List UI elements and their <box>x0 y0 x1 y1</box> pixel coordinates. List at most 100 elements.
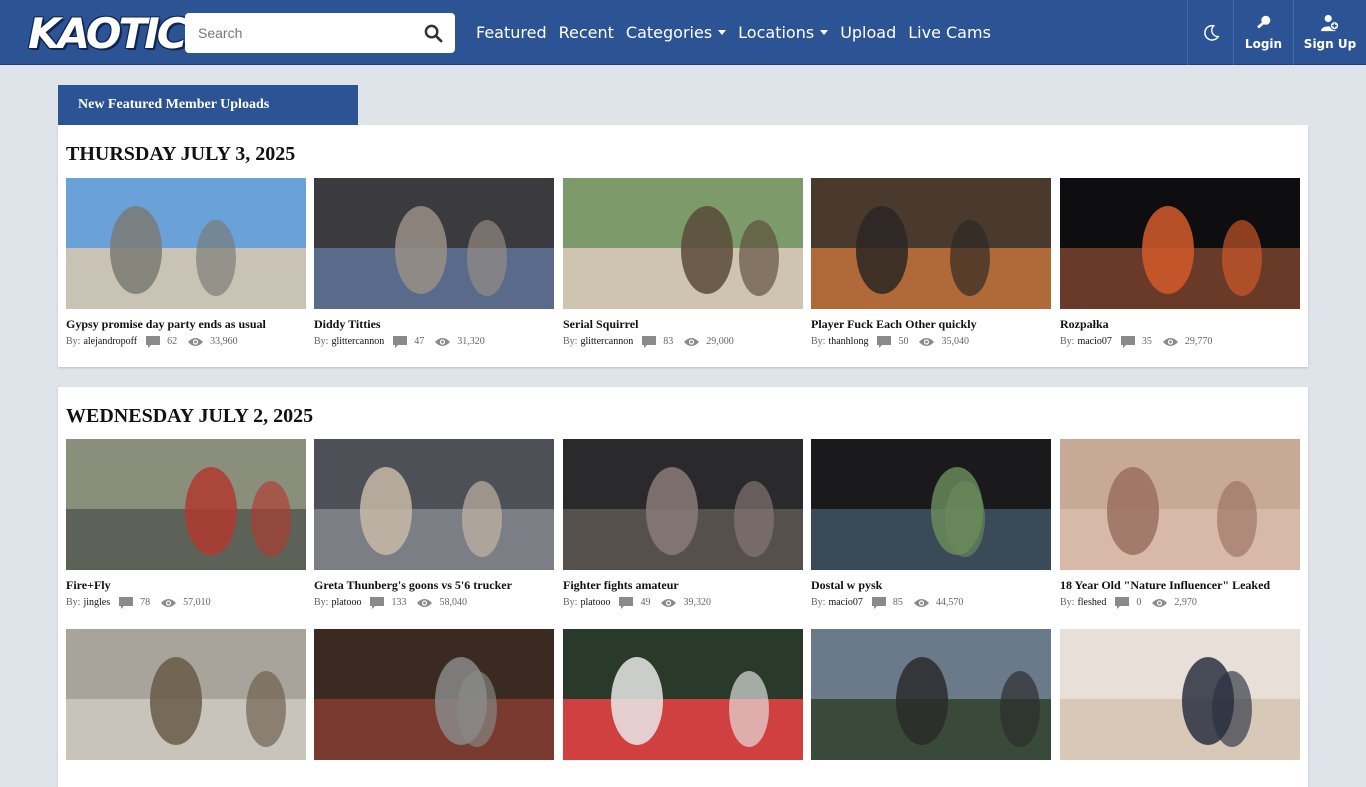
video-title[interactable]: Gypsy promise day party ends as usual <box>66 316 306 332</box>
nav-categories[interactable]: Categories <box>626 23 727 42</box>
signup-button[interactable]: Sign Up <box>1293 0 1366 65</box>
nav-live-cams[interactable]: Live Cams <box>908 23 991 42</box>
video-thumbnail[interactable] <box>1060 178 1300 309</box>
video-thumbnail[interactable] <box>314 439 554 570</box>
search-box <box>185 13 455 53</box>
video-card[interactable]: Fire+Fly By: jingles 78 57,010 <box>66 439 306 610</box>
video-thumbnail[interactable] <box>314 178 554 309</box>
comment-count: 49 <box>640 597 651 608</box>
site-logo[interactable]: KAOTIC <box>28 6 188 60</box>
comment-count: 78 <box>140 597 151 608</box>
uploader-link[interactable]: platooo <box>580 596 610 610</box>
video-thumbnail[interactable] <box>66 629 306 760</box>
video-thumbnail[interactable] <box>1060 439 1300 570</box>
video-title[interactable]: Fighter fights amateur <box>563 577 803 593</box>
login-button[interactable]: Login <box>1233 0 1293 65</box>
video-card[interactable] <box>811 629 1051 760</box>
view-count: 58,040 <box>439 597 467 608</box>
video-thumbnail[interactable] <box>1060 629 1300 760</box>
search-input[interactable] <box>185 13 411 53</box>
video-thumbnail[interactable] <box>66 439 306 570</box>
video-meta: By: platooo 133 58,040 <box>314 596 554 610</box>
video-card[interactable] <box>66 629 306 760</box>
video-thumbnail[interactable] <box>66 178 306 309</box>
uploader-link[interactable]: alejandropoff <box>83 335 137 349</box>
video-card[interactable]: Dostal w pysk By: macio07 85 44,570 <box>811 439 1051 610</box>
video-card[interactable]: 18 Year Old "Nature Influencer" Leaked By… <box>1060 439 1300 610</box>
video-title[interactable]: Serial Squirrel <box>563 316 803 332</box>
comment-icon <box>1114 596 1130 610</box>
comment-count: 83 <box>663 336 674 347</box>
eye-icon <box>913 597 930 609</box>
eye-icon <box>918 336 935 348</box>
video-thumbnail[interactable] <box>563 178 803 309</box>
video-card[interactable] <box>314 629 554 760</box>
video-meta: By: fleshed 0 2,970 <box>1060 596 1300 610</box>
logo-text: KAOTIC <box>28 8 188 58</box>
video-title[interactable]: Player Fuck Each Other quickly <box>811 316 1051 332</box>
video-thumbnail[interactable] <box>811 439 1051 570</box>
video-thumbnail[interactable] <box>563 439 803 570</box>
uploader-link[interactable]: jingles <box>83 596 110 610</box>
video-thumbnail[interactable] <box>314 629 554 760</box>
view-count: 2,970 <box>1174 597 1197 608</box>
uploader-link[interactable]: macio07 <box>1077 335 1111 349</box>
eye-icon <box>683 336 700 348</box>
by-label: By: <box>811 597 826 608</box>
day-heading: WEDNESDAY JULY 2, 2025 <box>66 405 314 427</box>
login-label: Login <box>1244 37 1283 51</box>
video-meta: By: platooo 49 39,320 <box>563 596 803 610</box>
uploader-link[interactable]: glittercannon <box>331 335 384 349</box>
by-label: By: <box>314 597 329 608</box>
comment-count: 0 <box>1136 597 1142 608</box>
dark-mode-toggle[interactable] <box>1187 0 1233 65</box>
comment-count: 47 <box>414 336 425 347</box>
comment-count: 85 <box>892 597 903 608</box>
signup-label: Sign Up <box>1303 37 1357 51</box>
uploader-link[interactable]: thanhlong <box>828 335 868 349</box>
view-count: 39,320 <box>683 597 711 608</box>
uploader-link[interactable]: macio07 <box>828 596 862 610</box>
video-thumbnail[interactable] <box>811 178 1051 309</box>
nav-upload[interactable]: Upload <box>840 23 896 42</box>
uploader-link[interactable]: glittercannon <box>580 335 633 349</box>
view-count: 29,770 <box>1184 336 1213 347</box>
video-card[interactable]: Serial Squirrel By: glittercannon 83 29,000 <box>563 178 803 349</box>
comment-icon <box>118 596 134 610</box>
video-title[interactable]: Diddy Titties <box>314 316 554 332</box>
view-count: 31,320 <box>457 336 485 347</box>
chevron-down-icon <box>820 30 829 35</box>
eye-icon <box>1162 336 1179 348</box>
uploader-link[interactable]: fleshed <box>1077 596 1106 610</box>
video-card[interactable]: Diddy Titties By: glittercannon 47 31,320 <box>314 178 554 349</box>
video-card[interactable]: Gypsy promise day party ends as usual By:… <box>66 178 306 349</box>
video-thumbnail[interactable] <box>563 629 803 760</box>
main-nav: Featured Recent Categories Locations Upl… <box>476 0 1003 65</box>
video-card[interactable]: Fighter fights amateur By: platooo 49 39,320 <box>563 439 803 610</box>
video-card[interactable]: Greta Thunberg's goons vs 5'6 trucker By:… <box>314 439 554 610</box>
nav-featured[interactable]: Featured <box>476 23 547 42</box>
video-meta: By: jingles 78 57,010 <box>66 596 306 610</box>
video-title[interactable]: Dostal w pysk <box>811 577 1051 593</box>
video-card[interactable]: Player Fuck Each Other quickly By: thanhlo… <box>811 178 1051 349</box>
eye-icon <box>416 597 433 609</box>
nav-recent[interactable]: Recent <box>559 23 614 42</box>
header-tools: Login Sign Up <box>1187 0 1366 65</box>
comment-icon <box>641 335 657 349</box>
video-title[interactable]: Fire+Fly <box>66 577 306 593</box>
eye-icon <box>434 336 451 348</box>
search-button[interactable] <box>411 13 455 53</box>
nav-locations[interactable]: Locations <box>738 23 829 42</box>
by-label: By: <box>811 336 826 347</box>
video-thumbnail[interactable] <box>811 629 1051 760</box>
uploader-link[interactable]: platooo <box>331 596 361 610</box>
video-card[interactable] <box>563 629 803 760</box>
day-heading: THURSDAY JULY 3, 2025 <box>66 143 296 165</box>
video-title[interactable]: 18 Year Old "Nature Influencer" Leaked <box>1060 577 1300 593</box>
video-card[interactable] <box>1060 629 1300 760</box>
video-card[interactable]: Rozpałka By: macio07 35 29,770 <box>1060 178 1300 349</box>
section-tab-featured-uploads[interactable]: New Featured Member Uploads <box>58 85 358 125</box>
video-title[interactable]: Greta Thunberg's goons vs 5'6 trucker <box>314 577 554 593</box>
view-count: 35,040 <box>941 336 969 347</box>
video-title[interactable]: Rozpałka <box>1060 316 1300 332</box>
